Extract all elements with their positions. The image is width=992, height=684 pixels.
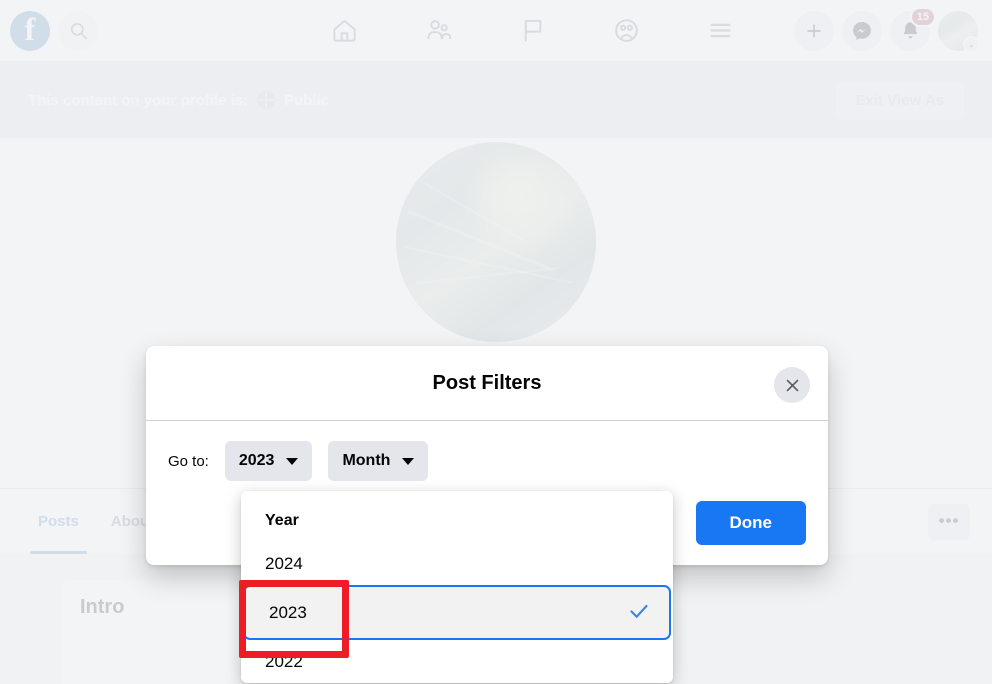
close-icon[interactable] — [774, 367, 810, 403]
messenger-icon[interactable] — [842, 10, 882, 51]
month-select-value: Month — [342, 452, 391, 469]
view-as-text-group: This content on your profile is: Public — [28, 91, 329, 109]
menu-icon[interactable] — [697, 9, 743, 53]
dropdown-header: Year — [265, 511, 299, 529]
groups-icon[interactable] — [603, 9, 649, 53]
month-select-button[interactable]: Month — [328, 441, 429, 481]
goto-row: Go to: 2023 Month — [168, 441, 806, 481]
globe-icon — [257, 91, 276, 109]
privacy-value: Public — [284, 91, 330, 109]
dropdown-option-2022[interactable]: 2022 — [241, 640, 673, 683]
notifications-button[interactable]: 15 — [890, 6, 936, 51]
dropdown-option-2024[interactable]: 2024 — [241, 542, 673, 585]
dropdown-option-2023[interactable]: 2023 — [243, 585, 671, 640]
year-select-value: 2023 — [238, 452, 275, 469]
tab-posts[interactable]: Posts — [22, 489, 95, 554]
topbar-right-group: 15 ⌄ — [794, 6, 992, 53]
check-icon — [627, 599, 651, 627]
topbar-nav-group — [270, 9, 794, 53]
view-as-banner: This content on your profile is: Public … — [0, 62, 992, 138]
dropdown-option-label: 2022 — [265, 651, 303, 671]
view-as-label: This content on your profile is: — [28, 91, 249, 109]
notification-badge: 15 — [909, 6, 936, 27]
avatar[interactable]: ⌄ — [938, 10, 980, 53]
screen-root: f 15 ⌄ This content on your profile is: … — [0, 0, 992, 684]
topbar-left-group: f — [0, 10, 270, 51]
modal-title: Post Filters — [432, 371, 542, 394]
home-icon[interactable] — [321, 9, 367, 53]
chevron-down-icon — [402, 457, 415, 465]
dropdown-option-label: 2023 — [269, 602, 307, 622]
search-icon[interactable] — [58, 10, 98, 51]
goto-label: Go to: — [168, 452, 209, 470]
create-button[interactable] — [794, 10, 834, 51]
dropdown-option-label: 2024 — [265, 553, 303, 573]
profile-picture[interactable] — [392, 138, 600, 346]
flag-icon[interactable] — [509, 9, 555, 53]
top-navigation-bar: f 15 ⌄ — [0, 0, 992, 62]
modal-footer: Done — [695, 501, 806, 545]
done-button[interactable]: Done — [695, 501, 806, 545]
chevron-down-icon[interactable]: ⌄ — [963, 35, 980, 53]
modal-header: Post Filters — [146, 346, 828, 421]
year-select-button[interactable]: 2023 — [224, 441, 313, 481]
exit-view-as-button[interactable]: Exit View As — [835, 80, 964, 120]
chevron-down-icon — [286, 457, 299, 465]
more-options-button[interactable]: ••• — [928, 503, 970, 540]
facebook-logo-icon[interactable]: f — [10, 10, 50, 51]
year-dropdown-menu: Year 2024 2023 2022 — [241, 491, 673, 683]
friends-icon[interactable] — [415, 9, 461, 53]
